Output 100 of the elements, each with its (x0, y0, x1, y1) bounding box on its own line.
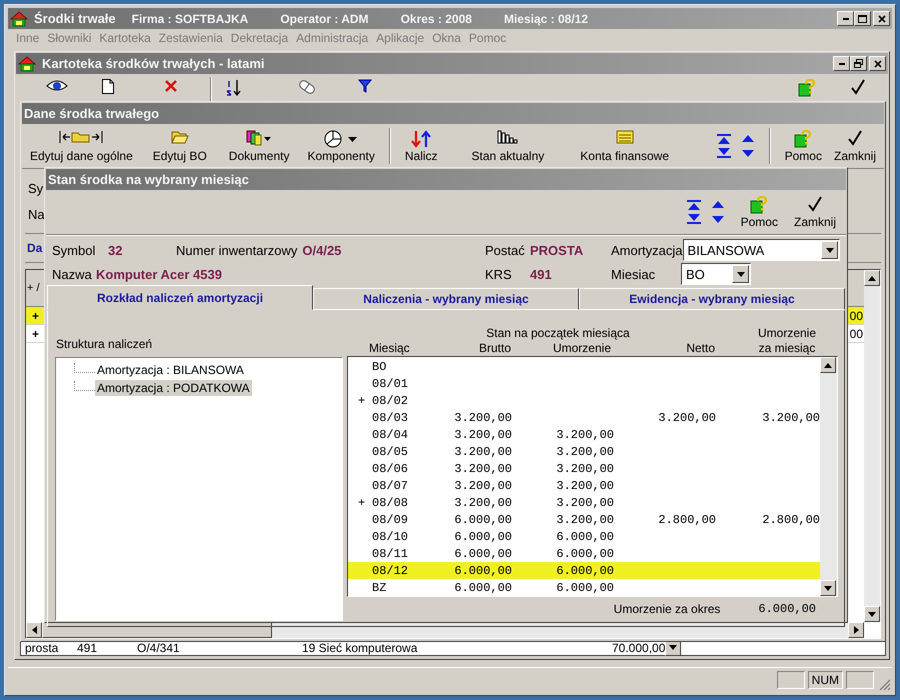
scroll-left-icon (32, 626, 36, 634)
up-arrow-icon[interactable] (740, 134, 755, 144)
table-cell-text: 08/03 (371, 410, 410, 424)
table-row[interactable]: 08/07 3.200,00 3.200,00 (348, 477, 820, 494)
vertical-scrollbar[interactable] (820, 357, 837, 596)
total-value: 6.000,00 (758, 602, 816, 616)
tab[interactable]: Naliczenia - wybrany miesiąc (313, 288, 579, 310)
resize-grip-icon[interactable] (879, 679, 891, 691)
expand-marker[interactable]: + (26, 308, 48, 322)
delete-icon[interactable] (164, 79, 178, 93)
table-row[interactable]: 08/11 6.000,00 6.000,00 (348, 545, 820, 562)
list-cell-text: 19 Sieć komputerowa (302, 640, 418, 654)
expand-marker[interactable]: + (26, 326, 48, 340)
status-panel (776, 671, 805, 689)
toolbar-button[interactable]: Zamknij (828, 124, 882, 168)
toolbar-button[interactable]: Edytuj dane ogólne (24, 124, 139, 168)
last-record-icon[interactable] (716, 148, 731, 158)
toolbar-button[interactable]: Pomoc (778, 124, 828, 168)
sort-icon[interactable] (226, 79, 242, 97)
help-book-icon[interactable] (798, 79, 816, 97)
first-record-icon[interactable] (716, 134, 731, 144)
toolbar-button[interactable]: Komponenty (301, 124, 381, 168)
window-title: Środki trwałe (34, 11, 116, 26)
dropdown-arrow-icon (669, 645, 678, 650)
last-record-icon[interactable] (686, 214, 701, 224)
table-row[interactable]: 08/10 6.000,00 6.000,00 (348, 528, 820, 545)
tab[interactable]: Rozkład naliczeń amortyzacji (47, 285, 313, 310)
maximize-button[interactable] (854, 11, 871, 26)
table-row[interactable]: 08/04 3.200,00 3.200,00 (348, 426, 820, 443)
page-icon[interactable] (102, 79, 114, 94)
down-arrow-icon[interactable] (740, 148, 755, 158)
scroll-up-button[interactable] (820, 357, 836, 373)
table-cell-text: 3.200,00 (555, 444, 614, 458)
checkmark-icon[interactable] (850, 79, 866, 95)
close-button[interactable] (873, 11, 890, 26)
field-value: 32 (108, 242, 124, 258)
toolbar-button[interactable]: Zamknij (788, 190, 842, 234)
eye-icon[interactable] (46, 79, 68, 93)
tree-item[interactable]: Amortyzacja : BILANSOWA (95, 362, 246, 378)
dropdown-button[interactable] (732, 265, 749, 283)
field-label: Nazwa (52, 266, 93, 282)
down-arrow-icon[interactable] (710, 214, 725, 224)
dropdown-button[interactable] (821, 241, 838, 259)
title-info: Operator : ADM (280, 12, 369, 26)
field-label: Na (28, 206, 45, 222)
expand-marker[interactable]: + (348, 394, 370, 408)
table-cell-text: 08/06 (371, 462, 410, 476)
minimize-button[interactable] (833, 56, 850, 71)
expand-marker[interactable]: + (348, 496, 370, 510)
table-cell-text: 3.200,00 (555, 462, 614, 476)
table-row[interactable]: 08/12 6.000,00 6.000,00 (348, 562, 820, 579)
scroll-up-button[interactable] (864, 270, 880, 286)
table-cell-text: 08/07 (371, 478, 410, 492)
eraser-icon[interactable] (298, 79, 316, 95)
close-button[interactable] (869, 56, 886, 71)
table-cell-text: 3.200,00 (555, 496, 614, 510)
filter-icon[interactable] (358, 79, 372, 93)
column-header: + / (26, 282, 40, 294)
table-row[interactable]: 08/06 3.200,00 3.200,00 (348, 460, 820, 477)
toolbar-button[interactable]: Pomoc (734, 190, 784, 234)
vertical-scrollbar[interactable] (864, 270, 880, 622)
restore-button[interactable] (850, 56, 867, 71)
close-icon (874, 60, 882, 68)
table-row[interactable]: 08/03 3.200,00 3.200,00 3.200,00 (348, 409, 820, 426)
table-cell-text: 08/05 (371, 444, 410, 458)
scroll-left-button[interactable] (26, 622, 42, 638)
scroll-down-button[interactable] (864, 606, 880, 622)
tab[interactable]: Ewidencja - wybrany miesiąc (579, 288, 845, 310)
title-info: Miesiąc : 08/12 (504, 12, 588, 26)
minimize-button[interactable] (837, 11, 854, 26)
toolbar-button[interactable]: Stan aktualny (466, 124, 550, 168)
depreciation-dropdown[interactable]: BILANSOWA (682, 239, 840, 261)
list-cell-text: O/4/341 (137, 640, 181, 654)
scroll-right-button[interactable] (848, 622, 864, 638)
table-row[interactable]: 08/05 3.200,00 3.200,00 (348, 443, 820, 460)
tree-item[interactable]: Amortyzacja : PODATKOWA (95, 380, 252, 396)
table-row[interactable]: BO (348, 358, 820, 375)
scroll-down-button[interactable] (820, 580, 836, 596)
maximize-icon (858, 14, 867, 22)
field-label: KRS (485, 266, 513, 282)
table-row[interactable]: BZ 6.000,00 6.000,00 (348, 579, 820, 596)
toolbar-button[interactable]: Nalicz (398, 124, 444, 168)
table-row[interactable]: 08/01 (348, 375, 820, 392)
scroll-up-icon (868, 276, 876, 280)
help-book-icon (750, 196, 768, 214)
up-arrow-icon[interactable] (710, 200, 725, 210)
list-cell: 70.000,00 (612, 640, 666, 654)
table-row[interactable]: + 08/02 (348, 392, 820, 409)
month-dropdown[interactable]: BO (681, 263, 751, 285)
table-cell-text: 6.000,00 (453, 546, 512, 560)
table-row[interactable]: 08/09 6.000,00 3.200,00 2.800,00 2.800,00 (348, 511, 820, 528)
table-cell-text: 3.200,00 (453, 410, 512, 424)
first-record-icon[interactable] (686, 200, 701, 210)
scroll-right-icon (854, 626, 858, 634)
table-cell-text: 2.800,00 (657, 512, 716, 526)
field-label: Sy (28, 180, 44, 196)
table-row[interactable]: + 08/08 3.200,00 3.200,00 (348, 494, 820, 511)
folder-icon (616, 130, 634, 144)
toolbar-button[interactable]: Edytuj BO (146, 124, 213, 168)
tab[interactable]: Da (27, 241, 42, 255)
